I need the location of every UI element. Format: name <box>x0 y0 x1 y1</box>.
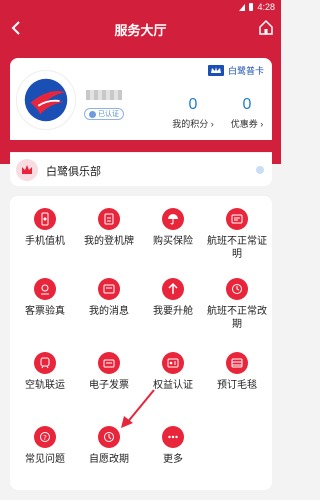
phone-checkin-icon <box>34 208 56 230</box>
service-label: 我要升舱 <box>153 306 193 317</box>
service-label: 更多 <box>163 454 183 465</box>
club-row[interactable]: 白鹭俱乐部 <box>10 152 272 186</box>
username-redacted <box>86 90 122 100</box>
reschedule-icon <box>226 278 248 300</box>
service-item[interactable]: 空轨联运 <box>14 352 76 392</box>
points-value: 0 <box>188 96 198 113</box>
avatar[interactable] <box>16 70 76 130</box>
status-bar: 4:28 <box>0 0 281 14</box>
shield-icon <box>89 110 96 118</box>
message-icon <box>98 278 120 300</box>
voluntary-reschedule-icon <box>98 426 120 448</box>
question-icon: ? <box>34 426 56 448</box>
service-label: 预订毛毯 <box>217 380 257 391</box>
battery-icon <box>249 3 254 11</box>
service-item[interactable]: 购买保险 <box>142 208 204 248</box>
train-icon <box>34 352 56 374</box>
profile-card: 白鹭普卡 已认证 0 我的积分 › 0 优惠券 › <box>10 58 272 140</box>
invoice-icon <box>98 352 120 374</box>
service-label: 航班不正常改期 <box>207 306 267 330</box>
airline-logo-icon <box>24 78 68 122</box>
svg-text:?: ? <box>43 434 47 442</box>
club-label: 白鹭俱乐部 <box>46 166 101 178</box>
crown-icon <box>207 65 224 76</box>
service-label: 自愿改期 <box>89 454 129 465</box>
service-item[interactable]: 航班不正常改期 <box>206 278 268 331</box>
service-item[interactable]: 我的消息 <box>78 278 140 318</box>
id-card-icon <box>162 352 184 374</box>
info-icon[interactable] <box>256 166 264 174</box>
page-title: 服务大厅 <box>114 23 167 38</box>
service-item[interactable]: 预订毛毯 <box>206 352 268 392</box>
club-logo-icon <box>16 159 38 181</box>
service-item[interactable]: 电子发票 <box>78 352 140 392</box>
service-item[interactable]: ? 常见问题 <box>14 426 76 466</box>
ticket-verify-icon <box>34 278 56 300</box>
umbrella-icon <box>162 208 184 230</box>
service-item[interactable]: 自愿改期 <box>78 426 140 466</box>
service-item[interactable]: 我要升舱 <box>142 278 204 318</box>
coupons-value: 0 <box>242 96 252 113</box>
signal-icon <box>239 3 246 11</box>
service-label: 航班不正常证明 <box>207 236 267 260</box>
coupons-stat[interactable]: 0 优惠券 › <box>224 96 270 130</box>
vip-level-label: 白鹭普卡 <box>227 66 264 76</box>
service-label: 手机值机 <box>25 236 65 247</box>
status-time: 4:28 <box>257 2 275 12</box>
service-label: 客票验真 <box>25 306 65 317</box>
upgrade-icon <box>162 278 184 300</box>
certificate-icon <box>226 208 248 230</box>
points-stat[interactable]: 0 我的积分 › <box>170 96 216 130</box>
app-bar: 服务大厅 <box>0 14 281 42</box>
coupons-label: 优惠券 <box>230 119 258 129</box>
verified-label: 已认证 <box>98 111 119 118</box>
service-item[interactable]: 手机值机 <box>14 208 76 248</box>
service-item[interactable]: 客票验真 <box>14 278 76 318</box>
blanket-icon <box>226 352 248 374</box>
service-item[interactable]: 更多 <box>142 426 204 466</box>
service-label: 我的登机牌 <box>84 236 134 247</box>
service-item[interactable]: 我的登机牌 <box>78 208 140 248</box>
services-grid: 手机值机 我的登机牌 购买保险 航班不正常证明 客票验真 我的消息 我要升舱 航… <box>10 196 272 490</box>
service-item[interactable]: 权益认证 <box>142 352 204 392</box>
home-icon[interactable] <box>257 18 275 36</box>
service-label: 常见问题 <box>25 454 65 465</box>
service-label: 我的消息 <box>89 306 129 317</box>
boarding-pass-icon <box>98 208 120 230</box>
service-label: 空轨联运 <box>25 380 65 391</box>
service-item[interactable]: 航班不正常证明 <box>206 208 268 261</box>
more-icon <box>162 426 184 448</box>
verified-badge: 已认证 <box>84 108 124 120</box>
points-label: 我的积分 <box>172 119 209 129</box>
service-label: 购买保险 <box>153 236 193 247</box>
vip-card-badge[interactable]: 白鹭普卡 <box>207 64 264 77</box>
annotation-arrow <box>121 389 155 428</box>
